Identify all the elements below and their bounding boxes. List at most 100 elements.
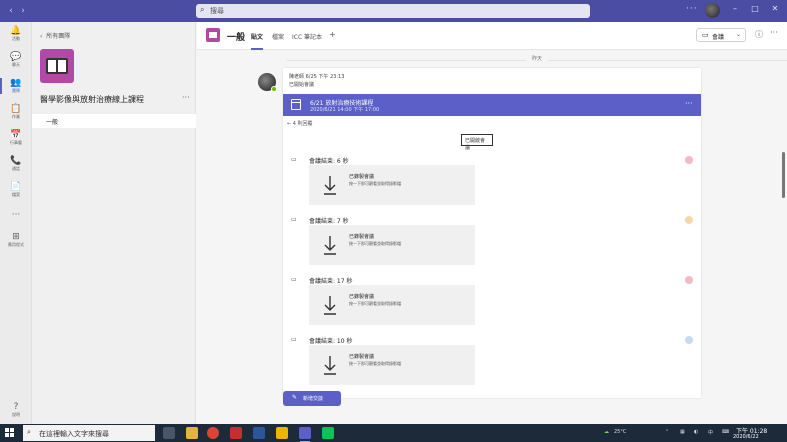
tab-files[interactable]: 檔案 bbox=[272, 32, 284, 41]
meeting-more-icon[interactable]: ··· bbox=[685, 99, 693, 108]
files-icon: 📄 bbox=[10, 182, 22, 192]
chat-icon: 💬 bbox=[10, 52, 22, 62]
task-view-icon[interactable] bbox=[163, 427, 175, 439]
maximize-icon[interactable]: □ bbox=[748, 4, 762, 13]
meet-button[interactable]: ▭ 會議 ⌄ bbox=[696, 28, 746, 42]
post-subtitle: 已開始會議 bbox=[289, 82, 315, 88]
rail-calendar[interactable]: 📅 行事曆 bbox=[0, 130, 32, 145]
teams-icon: 👥 bbox=[10, 78, 22, 88]
video-icon: ▭ bbox=[291, 336, 297, 343]
back-arrow-icon[interactable]: ‹ bbox=[6, 5, 16, 17]
recording-subtitle: 按一下即可觀看並取得錄影檔 bbox=[349, 301, 401, 306]
team-name: 醫學影像與放射治療線上課程 bbox=[40, 95, 144, 104]
rail-chat[interactable]: 💬 聊天 bbox=[0, 52, 32, 67]
presence-dot bbox=[271, 86, 277, 92]
post-meta: 陳老師 6/25 下午 23:13 bbox=[289, 74, 345, 80]
recording-card[interactable]: 已錄製會議 按一下即可觀看並取得錄影檔 bbox=[309, 345, 475, 385]
recording-card[interactable]: 已錄製會議 按一下即可觀看並取得錄影檔 bbox=[309, 285, 475, 325]
weather-icon[interactable]: ☁ bbox=[604, 429, 609, 435]
forward-arrow-icon[interactable]: › bbox=[18, 5, 28, 17]
recording-title: 已錄製會議 bbox=[349, 294, 375, 300]
date-divider: 昨天 bbox=[287, 55, 787, 65]
header-more-icon[interactable]: ··· bbox=[770, 28, 778, 37]
channel-main: 一般 貼文 檔案 ICC 筆記本 + ▭ 會議 ⌄ ⓘ ··· 昨天 陳老師 6… bbox=[197, 22, 787, 424]
meeting-banner[interactable]: 6/21 放射治療技術課程 2020/6/21 14:00 下午 17:00 ·… bbox=[283, 94, 701, 116]
team-more-icon[interactable]: ··· bbox=[182, 93, 190, 102]
pdf-reader-icon[interactable] bbox=[230, 427, 242, 439]
replies-toggle[interactable]: ← 4 則回覆 bbox=[287, 120, 313, 127]
notes-app-icon[interactable] bbox=[276, 427, 288, 439]
help-icon: ? bbox=[13, 402, 19, 412]
recording-card[interactable]: 已錄製會議 按一下即可觀看並取得錄影檔 bbox=[309, 225, 475, 265]
recording-subtitle: 按一下即可觀看並取得錄影檔 bbox=[349, 361, 401, 366]
minimize-icon[interactable]: – bbox=[728, 4, 742, 13]
tooltip: 已開啟會議 bbox=[461, 134, 493, 151]
keyboard-icon[interactable]: ⌨ bbox=[722, 429, 729, 435]
network-icon[interactable]: ▦ bbox=[680, 429, 685, 435]
search-icon: ⌕ bbox=[200, 5, 205, 14]
channel-icon bbox=[206, 28, 220, 42]
team-panel: ‹ 所有團隊 醫學影像與放射治療線上課程 ··· 一般 bbox=[32, 22, 196, 424]
book-icon bbox=[46, 58, 68, 74]
reaction-avatar bbox=[685, 216, 693, 224]
tab-posts[interactable]: 貼文 bbox=[251, 32, 264, 50]
word-icon[interactable] bbox=[253, 427, 265, 439]
temperature-text: 25°C bbox=[614, 429, 627, 435]
channel-title: 一般 bbox=[227, 33, 246, 43]
video-icon: ▭ bbox=[291, 156, 297, 163]
meeting-ended-text: 會議結束: 17 秒 bbox=[309, 278, 353, 285]
rail-activity[interactable]: 🔔 活動 bbox=[0, 26, 32, 41]
add-tab-icon[interactable]: + bbox=[329, 30, 336, 39]
meeting-ended-text: 會議結束: 6 秒 bbox=[309, 158, 349, 165]
tab-notebook[interactable]: ICC 筆記本 bbox=[292, 32, 322, 41]
post-card: 陳老師 6/25 下午 23:13 已開始會議 6/21 放射治療技術課程 20… bbox=[283, 68, 701, 398]
rail-teams[interactable]: 👥 團隊 bbox=[0, 78, 32, 94]
rail-more[interactable]: ··· bbox=[0, 210, 32, 220]
rail-assignments[interactable]: 📋 作業 bbox=[0, 104, 32, 119]
channel-item-general[interactable]: 一般 bbox=[32, 114, 196, 128]
info-icon[interactable]: ⓘ bbox=[755, 29, 763, 40]
line-app-icon[interactable] bbox=[322, 427, 334, 439]
meeting-ended-text: 會議結束: 10 秒 bbox=[309, 338, 353, 345]
close-icon[interactable]: ✕ bbox=[768, 4, 782, 13]
download-icon bbox=[324, 236, 336, 255]
team-logo bbox=[40, 49, 74, 83]
post-author-avatar[interactable] bbox=[258, 73, 277, 92]
tray-chevron-icon[interactable]: ⌃ bbox=[665, 429, 669, 435]
ime-icon[interactable]: 中 bbox=[708, 429, 713, 436]
title-bar: ‹ › ⌕ 搜尋 ··· – □ ✕ bbox=[0, 0, 787, 22]
file-explorer-icon[interactable] bbox=[186, 427, 198, 439]
channel-header: 一般 貼文 檔案 ICC 筆記本 + ▭ 會議 ⌄ ⓘ ··· bbox=[197, 22, 787, 50]
chrome-icon[interactable] bbox=[207, 427, 219, 439]
chevron-down-icon[interactable]: ⌄ bbox=[736, 31, 741, 38]
windows-taskbar: ⌕ 在這裡輸入文字來搜尋 ☁ 25°C ⌃ ▦ ◐ 中 ⌨ 下午 01:28 2… bbox=[0, 424, 787, 442]
search-icon: ⌕ bbox=[27, 428, 31, 436]
clock-date[interactable]: 2020/6/22 bbox=[733, 434, 759, 440]
back-to-teams-link[interactable]: ‹ 所有團隊 bbox=[40, 31, 70, 40]
calendar-icon bbox=[291, 99, 301, 110]
apps-icon: ⊞ bbox=[12, 232, 20, 242]
windows-start-icon[interactable] bbox=[5, 428, 15, 438]
scrollbar-thumb[interactable] bbox=[782, 152, 785, 198]
new-conversation-button[interactable]: ✎ 新增交談 bbox=[283, 391, 341, 406]
settings-more-icon[interactable]: ··· bbox=[686, 4, 698, 14]
profile-avatar[interactable] bbox=[705, 3, 720, 18]
list-item: ▭ 會議結束: 17 秒 已錄製會議 按一下即可觀看並取得錄影檔 bbox=[283, 276, 701, 334]
volume-icon[interactable]: ◐ bbox=[694, 429, 698, 435]
video-icon: ▭ bbox=[702, 31, 709, 39]
recording-card[interactable]: 已錄製會議 按一下即可觀看並取得錄影檔 bbox=[309, 165, 475, 205]
taskbar-search[interactable]: ⌕ 在這裡輸入文字來搜尋 bbox=[23, 425, 155, 441]
rail-files[interactable]: 📄 檔案 bbox=[0, 182, 32, 197]
download-icon bbox=[324, 296, 336, 315]
rail-apps[interactable]: ⊞ 應用程式 bbox=[0, 232, 32, 247]
rail-calls[interactable]: 📞 通話 bbox=[0, 156, 32, 171]
meeting-ended-text: 會議結束: 7 秒 bbox=[309, 218, 349, 225]
rail-help[interactable]: ? 說明 bbox=[0, 402, 32, 417]
meeting-time: 2020/6/21 14:00 下午 17:00 bbox=[310, 107, 380, 113]
calendar-icon: 📅 bbox=[10, 130, 22, 140]
list-item: ▭ 會議結束: 6 秒 已錄製會議 按一下即可觀看並取得錄影檔 bbox=[283, 156, 701, 214]
recording-title: 已錄製會議 bbox=[349, 234, 375, 240]
app-rail: 🔔 活動 💬 聊天 👥 團隊 📋 作業 📅 行事曆 📞 通話 📄 檔案 ··· ⊞ 應用程式 ?… bbox=[0, 22, 32, 424]
teams-taskbar-icon[interactable] bbox=[299, 427, 311, 442]
search-box[interactable]: ⌕ 搜尋 bbox=[196, 4, 590, 18]
